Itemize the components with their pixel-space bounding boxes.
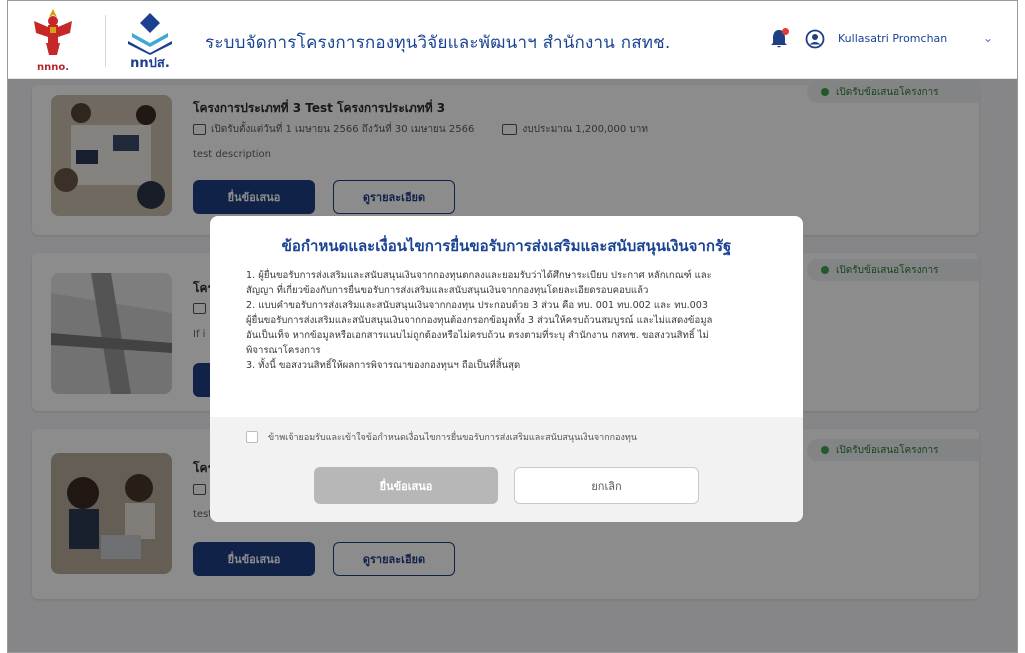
- nbtc-logo[interactable]: nnno.: [30, 7, 76, 73]
- agree-label[interactable]: ข้าพเจ้ายอมรับและเข้าใจข้อกำหนดเงื่อนไขก…: [268, 430, 637, 444]
- user-name[interactable]: Kullasatri Promchan: [838, 32, 947, 45]
- terms-line: สัญญา ที่เกี่ยวข้องกับการยื่นขอรับการส่ง…: [246, 285, 649, 296]
- terms-line: 3. ทั้งนี้ ขอสงวนสิทธิ์ให้ผลการพิจารณาขอ…: [246, 360, 521, 371]
- modal-footer: ข้าพเจ้ายอมรับและเข้าใจข้อกำหนดเงื่อนไขก…: [210, 417, 803, 522]
- agree-row[interactable]: ข้าพเจ้ายอมรับและเข้าใจข้อกำหนดเงื่อนไขก…: [246, 430, 637, 444]
- terms-body: 1. ผู้ยื่นขอรับการส่งเสริมและสนับสนุนเงิ…: [246, 268, 776, 373]
- terms-modal: ข้อกำหนดและเงื่อนไขการยื่นขอรับการส่งเสร…: [210, 216, 803, 522]
- logo-left-caption: nnno.: [36, 62, 70, 73]
- top-header: nnno. nnปส. ระบบจัดการโครงการกองทุนวิจัย…: [8, 1, 1017, 79]
- terms-line: 2. แบบคำขอรับการส่งเสริมและสนับสนุนเงินจ…: [246, 300, 708, 311]
- site-title: ระบบจัดการโครงการกองทุนวิจัยและพัฒนาฯ สำ…: [205, 33, 671, 53]
- modal-submit-button[interactable]: ยื่นข้อเสนอ: [314, 467, 498, 504]
- terms-line: พิจารณาโครงการ: [246, 345, 321, 356]
- user-circle-icon[interactable]: [805, 29, 825, 49]
- agree-checkbox[interactable]: [246, 431, 258, 443]
- notification-dot: [782, 28, 789, 35]
- garuda-emblem-icon: [34, 9, 72, 55]
- terms-line: 1. ผู้ยื่นขอรับการส่งเสริมและสนับสนุนเงิ…: [246, 270, 712, 281]
- chevron-down-icon[interactable]: ⌄: [983, 31, 993, 45]
- modal-cancel-button[interactable]: ยกเลิก: [514, 467, 699, 504]
- tpst-logo[interactable]: nnปส.: [118, 9, 182, 73]
- logo-divider: [105, 15, 106, 67]
- terms-line: ผู้ยื่นขอรับการส่งเสริมและสนับสนุนเงินจา…: [246, 315, 713, 326]
- logo-right-caption: nnปส.: [130, 56, 170, 71]
- bell-icon[interactable]: [769, 28, 789, 50]
- terms-line: อันเป็นเท็จ หากข้อมูลหรือเอกสารแนบไม่ถูก…: [246, 330, 709, 341]
- tpst-logo-icon: [128, 13, 172, 55]
- modal-title: ข้อกำหนดและเงื่อนไขการยื่นขอรับการส่งเสร…: [281, 237, 732, 255]
